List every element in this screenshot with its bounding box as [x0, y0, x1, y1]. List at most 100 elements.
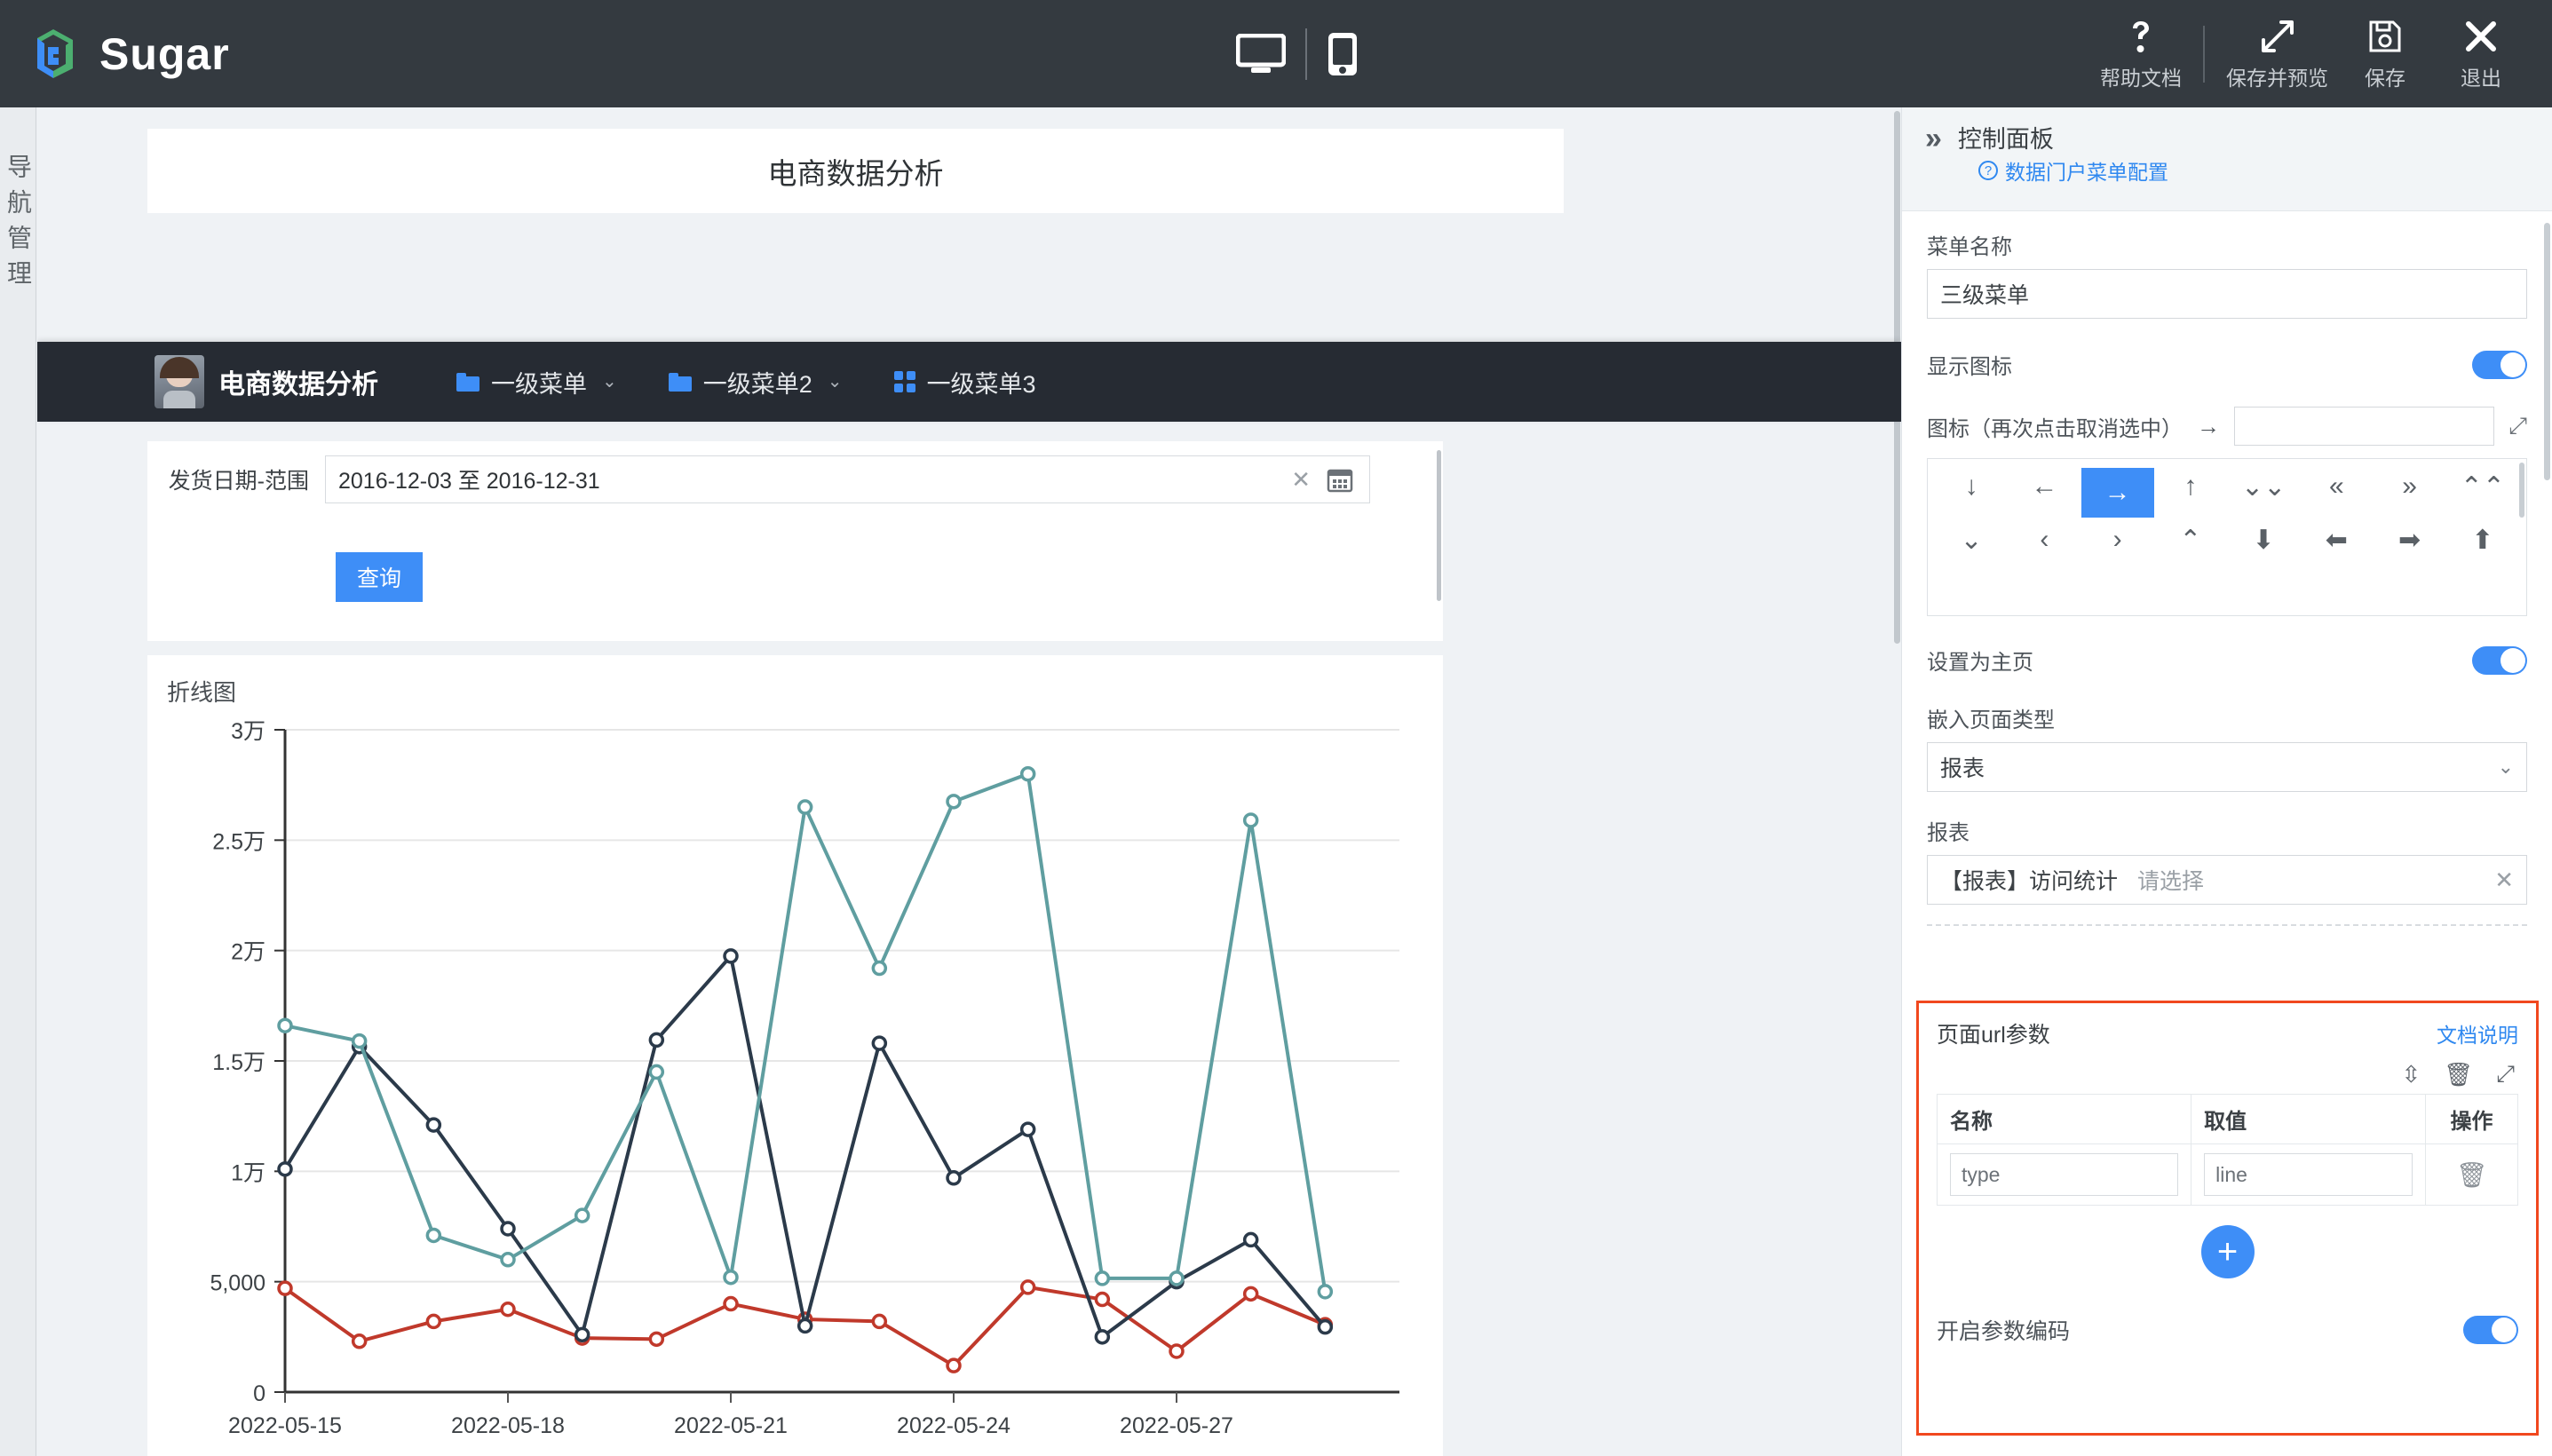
close-x-icon[interactable]: ✕ — [2494, 866, 2514, 894]
chart-data-point[interactable] — [1169, 1270, 1185, 1286]
chart-data-point[interactable] — [425, 1117, 442, 1133]
portal-menu-item-3[interactable]: 一级菜单3 — [893, 365, 1036, 400]
exit-button[interactable]: 退出 — [2433, 17, 2529, 91]
chart-data-point[interactable] — [648, 1331, 665, 1348]
chart-data-point[interactable] — [946, 1170, 962, 1186]
date-range-input[interactable]: 2016-12-03 至 2016-12-31 ✕ — [325, 455, 1370, 503]
chart-data-point[interactable] — [351, 1033, 368, 1049]
chevron-double-down-icon[interactable]: ⌄⌄ — [2227, 468, 2300, 505]
circle-arrow-down-icon[interactable]: ⬇ — [2227, 521, 2300, 558]
floppy-disk-icon — [2368, 17, 2402, 56]
control-panel-doc-link[interactable]: ? 数据门户菜单配置 — [1978, 155, 2168, 186]
chart-data-point[interactable] — [723, 1295, 739, 1312]
chart-data-point[interactable] — [797, 799, 813, 815]
chart-data-point[interactable] — [277, 1161, 293, 1177]
arrow-left-icon[interactable]: ← — [2008, 468, 2080, 505]
chevron-double-right-icon[interactable]: » — [2374, 468, 2446, 505]
chart-data-point[interactable] — [425, 1227, 442, 1244]
chevron-double-right-icon[interactable]: » — [1925, 123, 1942, 154]
encode-params-toggle[interactable] — [2463, 1316, 2518, 1344]
device-preview-toggle — [1217, 0, 1378, 107]
chevron-double-left-icon[interactable]: « — [2300, 468, 2373, 505]
menu-name-input[interactable]: 三级菜单 — [1927, 269, 2527, 319]
embed-type-select[interactable]: 报表 ⌄ — [1927, 742, 2527, 792]
mobile-icon[interactable] — [1307, 31, 1378, 77]
add-param-button[interactable]: + — [2200, 1225, 2255, 1278]
sort-updown-icon[interactable]: ⇳ — [2401, 1061, 2421, 1088]
arrow-up-icon[interactable]: ↑ — [2154, 468, 2227, 505]
circle-arrow-right-icon[interactable]: ➡ — [2374, 521, 2446, 558]
expand-arrows-icon[interactable]: ⤢ — [2496, 1060, 2515, 1088]
chart-data-point[interactable] — [946, 794, 962, 810]
chart-data-point[interactable] — [797, 1318, 813, 1334]
expand-arrows-icon[interactable]: ⤢ — [2508, 412, 2527, 440]
chart-data-point[interactable] — [277, 1280, 293, 1296]
chart-data-point[interactable] — [871, 1313, 888, 1330]
page-title-card[interactable]: 电商数据分析 — [147, 129, 1564, 213]
chart-data-point[interactable] — [1019, 1279, 1036, 1295]
chart-data-point[interactable] — [871, 1035, 888, 1051]
chart-data-point[interactable] — [723, 1269, 739, 1286]
chevron-up-icon[interactable]: ⌃ — [2154, 521, 2227, 558]
chart-data-point[interactable] — [1019, 1121, 1036, 1137]
save-button[interactable]: 保存 — [2337, 17, 2433, 91]
icon-grid-scrollbar-thumb[interactable] — [2519, 463, 2524, 518]
chart-data-point[interactable] — [1242, 1286, 1259, 1302]
chart-data-point[interactable] — [500, 1221, 516, 1237]
chart-data-point[interactable] — [500, 1302, 516, 1318]
chart-data-point[interactable] — [648, 1064, 665, 1080]
close-x-icon[interactable]: ✕ — [1291, 466, 1311, 494]
arrow-right-icon[interactable]: → — [2080, 468, 2154, 518]
circle-arrow-left-icon[interactable]: ⬅ — [2300, 521, 2373, 558]
left-vertical-nav[interactable]: 导航管理 — [0, 107, 36, 1456]
chart-data-point[interactable] — [1317, 1318, 1334, 1335]
save-and-preview-button[interactable]: 保存并预览 — [2217, 17, 2337, 91]
chart-data-point[interactable] — [1094, 1329, 1111, 1345]
trash-icon[interactable]: 🗑 — [2444, 1061, 2473, 1088]
param-value-input[interactable]: line — [2204, 1153, 2413, 1196]
url-params-doc-link[interactable]: 文档说明 — [2437, 1018, 2518, 1048]
chart-data-point[interactable] — [425, 1313, 442, 1330]
param-name-input[interactable]: type — [1950, 1153, 2179, 1196]
calendar-icon[interactable] — [1327, 466, 1353, 493]
portal-menu-item-1[interactable]: 一级菜单 ⌄ — [456, 365, 617, 400]
chart-data-point[interactable] — [500, 1252, 516, 1268]
show-icon-toggle[interactable] — [2472, 350, 2527, 379]
canvas-scrollbar[interactable] — [1893, 107, 1901, 1456]
trash-icon[interactable]: 🗑 — [2456, 1161, 2488, 1189]
portal-menu-item-2[interactable]: 一级菜单2 ⌄ — [668, 365, 843, 400]
chart-data-point[interactable] — [1019, 765, 1036, 782]
chevron-double-up-icon[interactable]: ⌃⌃ — [2446, 468, 2519, 505]
icon-value-input[interactable] — [2234, 407, 2495, 446]
chart-data-point[interactable] — [277, 1017, 293, 1033]
chart-data-point[interactable] — [1094, 1291, 1111, 1308]
arrow-down-icon[interactable]: ↓ — [1935, 468, 2008, 505]
chevron-right-icon[interactable]: › — [2081, 521, 2154, 558]
chart-data-point[interactable] — [1094, 1270, 1111, 1286]
page-title: 电商数据分析 — [767, 156, 944, 190]
chart-data-point[interactable] — [871, 960, 888, 977]
chart-data-point[interactable] — [574, 1207, 590, 1223]
report-select[interactable]: 【报表】访问统计 请选择 ✕ — [1927, 855, 2527, 905]
chevron-down-icon[interactable]: ⌄ — [1935, 521, 2008, 558]
x-axis-tick-label: 2022-05-24 — [897, 1413, 1010, 1438]
chart-data-point[interactable] — [1317, 1284, 1334, 1300]
set-home-toggle[interactable] — [2472, 645, 2527, 675]
column-header-name: 名称 — [1936, 1094, 2192, 1144]
chart-data-point[interactable] — [1169, 1343, 1185, 1359]
y-axis-tick-label: 3万 — [231, 719, 266, 744]
chart-data-point[interactable] — [1242, 1231, 1259, 1248]
portal-menu-list: 一级菜单 ⌄ 一级菜单2 ⌄ 一级菜单3 — [456, 365, 1036, 400]
query-button[interactable]: 查询 — [336, 552, 423, 602]
desktop-icon[interactable] — [1217, 33, 1305, 75]
chart-data-point[interactable] — [648, 1032, 665, 1048]
chart-data-point[interactable] — [351, 1333, 368, 1349]
chart-data-point[interactable] — [723, 948, 739, 964]
circle-arrow-up-icon[interactable]: ⬆ — [2446, 521, 2519, 558]
chart-data-point[interactable] — [1242, 812, 1259, 828]
help-doc-button[interactable]: 帮助文档 — [2091, 17, 2191, 91]
chart-data-point[interactable] — [574, 1326, 590, 1343]
chevron-left-icon[interactable]: ‹ — [2008, 521, 2080, 558]
filter-scrollbar-thumb[interactable] — [1437, 450, 1441, 601]
chart-data-point[interactable] — [946, 1357, 962, 1373]
